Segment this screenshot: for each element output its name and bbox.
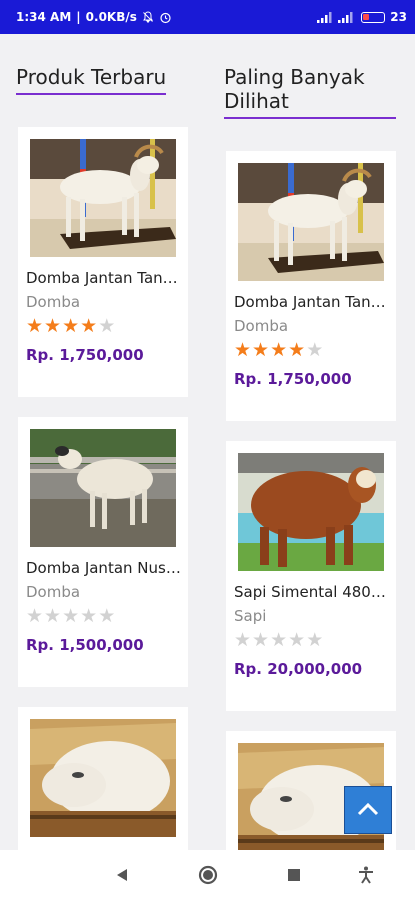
battery-level: 23 xyxy=(390,10,407,24)
star-icon: ★ xyxy=(44,315,62,337)
most-viewed-column: Paling Banyak Dilihat Domba Jantan Tandu… xyxy=(224,34,402,850)
wifi-signal-icon xyxy=(338,11,356,23)
star-icon: ★ xyxy=(26,315,44,337)
white-goat-photo xyxy=(238,163,384,281)
main-content: Produk Terbaru Domba Jantan Tanduk Domba… xyxy=(0,34,415,850)
star-icon: ★ xyxy=(26,605,44,627)
newest-section-title: Produk Terbaru xyxy=(16,65,167,95)
rating-stars: ★ ★ ★ ★ ★ xyxy=(234,340,388,360)
scroll-to-top-button[interactable] xyxy=(344,786,392,834)
star-icon: ★ xyxy=(288,339,306,361)
star-icon: ★ xyxy=(270,629,288,651)
lamb-photo xyxy=(30,719,176,837)
product-card[interactable] xyxy=(18,707,188,850)
product-price: Rp. 1,750,000 xyxy=(234,370,352,388)
status-bar: 1:34 AM | 0.0KB/s 23 xyxy=(0,0,415,34)
product-price: Rp. 1,750,000 xyxy=(26,346,144,364)
product-name: Sapi Simental 480 kg xyxy=(234,583,390,601)
star-icon: ★ xyxy=(62,315,80,337)
star-icon: ★ xyxy=(234,339,252,361)
recents-icon[interactable] xyxy=(284,865,304,885)
star-icon: ★ xyxy=(288,629,306,651)
product-category: Domba xyxy=(26,583,81,601)
chevron-up-icon xyxy=(357,801,379,820)
cow-photo xyxy=(238,453,384,571)
signal-icon xyxy=(317,11,333,23)
rating-stars: ★ ★ ★ ★ ★ xyxy=(26,606,180,626)
product-card[interactable]: Domba Jantan Tanduk Domba ★ ★ ★ ★ ★ Rp. 1,75… xyxy=(18,127,188,397)
product-name: Domba Jantan Tanduk xyxy=(234,293,390,311)
alarm-icon xyxy=(159,11,172,24)
star-icon: ★ xyxy=(306,629,324,651)
status-net-speed: 0.0KB/s xyxy=(85,10,137,24)
product-name: Domba Jantan Nusantara xyxy=(26,559,182,577)
star-icon: ★ xyxy=(270,339,288,361)
star-icon: ★ xyxy=(44,605,62,627)
white-goat-photo xyxy=(30,139,176,257)
star-icon: ★ xyxy=(252,339,270,361)
star-icon: ★ xyxy=(98,315,116,337)
rating-stars: ★ ★ ★ ★ ★ xyxy=(26,316,180,336)
star-icon: ★ xyxy=(62,605,80,627)
battery-icon xyxy=(361,11,386,23)
product-category: Sapi xyxy=(234,607,267,625)
system-nav-bar xyxy=(0,850,415,900)
accessibility-icon[interactable] xyxy=(356,865,376,885)
star-icon: ★ xyxy=(306,339,324,361)
sheep-photo xyxy=(30,429,176,547)
product-category: Domba xyxy=(26,293,81,311)
product-price: Rp. 1,500,000 xyxy=(26,636,144,654)
rating-stars: ★ ★ ★ ★ ★ xyxy=(234,630,388,650)
star-icon: ★ xyxy=(80,605,98,627)
product-card[interactable]: Sapi Simental 480 kg Sapi ★ ★ ★ ★ ★ Rp. 20,0… xyxy=(226,441,396,711)
most-viewed-section-title: Paling Banyak Dilihat xyxy=(224,65,396,119)
product-category: Domba xyxy=(234,317,289,335)
mute-bell-icon xyxy=(142,11,154,23)
star-icon: ★ xyxy=(80,315,98,337)
product-name: Domba Jantan Tanduk xyxy=(26,269,182,287)
back-icon[interactable] xyxy=(112,865,132,885)
newest-products-column: Produk Terbaru Domba Jantan Tanduk Domba… xyxy=(16,34,194,850)
star-icon: ★ xyxy=(98,605,116,627)
product-card[interactable]: Domba Jantan Nusantara Domba ★★★★★ Rp. 1… xyxy=(18,417,188,687)
star-icon: ★ xyxy=(234,629,252,651)
status-time: 1:34 AM xyxy=(16,10,72,24)
star-icon: ★ xyxy=(252,629,270,651)
home-icon[interactable] xyxy=(198,865,218,885)
product-card[interactable]: Domba Jantan Tanduk Domba ★ ★ ★ ★ ★ Rp. 1,75… xyxy=(226,151,396,421)
product-price: Rp. 20,000,000 xyxy=(234,660,363,678)
